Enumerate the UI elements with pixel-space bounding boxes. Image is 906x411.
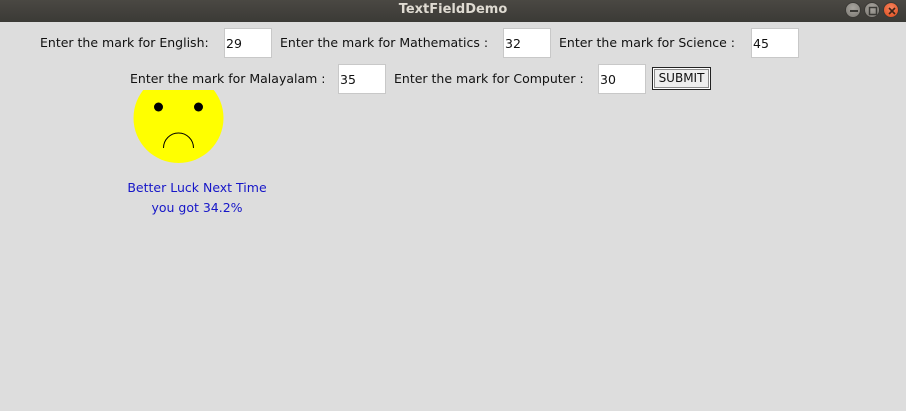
malayalam-label: Enter the mark for Malayalam : [130,71,326,86]
right-eye [194,102,203,112]
minimize-icon [850,10,858,12]
close-button[interactable] [883,2,899,18]
mathematics-label: Enter the mark for Mathematics : [280,35,489,50]
mathematics-field[interactable] [503,28,551,58]
minimize-button[interactable] [845,2,861,18]
result-score: you got 34.2% [151,200,243,215]
title-bar[interactable]: TextFieldDemo [0,0,906,22]
english-field[interactable] [224,28,272,58]
malayalam-field[interactable] [338,64,386,94]
sad-face-icon [133,90,224,163]
window-title: TextFieldDemo [398,2,508,17]
computer-label: Enter the mark for Computer : [394,71,584,86]
app-window: TextFieldDemo Enter the mark for English… [0,0,906,411]
result-message: Better Luck Next Time [127,180,267,195]
maximize-button[interactable] [864,2,880,18]
english-label: Enter the mark for English: [40,35,209,50]
science-label: Enter the mark for Science : [559,35,736,50]
face-circle [133,90,224,163]
computer-field[interactable] [598,64,646,94]
left-eye [154,102,163,112]
maximize-icon [868,6,878,16]
submit-button[interactable]: SUBMIT [652,67,711,90]
close-icon [888,7,896,15]
science-field[interactable] [751,28,799,58]
